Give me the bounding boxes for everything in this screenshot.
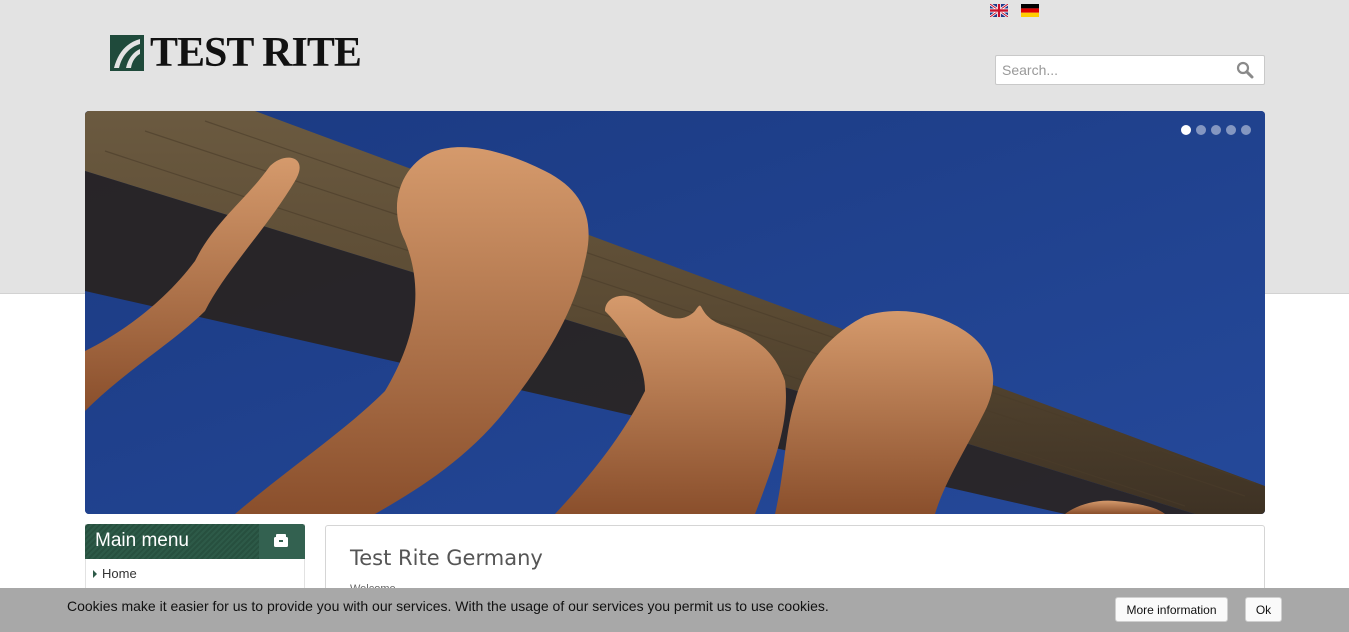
page-title: Test Rite Germany	[350, 546, 543, 570]
logo-mark-icon	[110, 35, 144, 71]
german-flag-icon	[1021, 4, 1039, 17]
main-menu-icon-tab[interactable]	[259, 524, 305, 559]
slider-dot-5[interactable]	[1241, 125, 1251, 135]
cookie-bar: Cookies make it easier for us to provide…	[0, 588, 1349, 632]
main-menu-title: Main menu	[95, 530, 189, 551]
caret-right-icon	[93, 569, 97, 578]
search-box	[995, 55, 1265, 85]
slider-dot-1[interactable]	[1181, 125, 1191, 135]
search-input[interactable]	[996, 56, 1221, 84]
hero-slider[interactable]	[85, 111, 1265, 514]
ok-button[interactable]: Ok	[1245, 597, 1282, 622]
slider-dot-3[interactable]	[1211, 125, 1221, 135]
more-information-button[interactable]: More information	[1115, 597, 1228, 622]
cookie-message: Cookies make it easier for us to provide…	[67, 598, 829, 614]
slider-dot-2[interactable]	[1196, 125, 1206, 135]
sidebar-item-label: Home	[102, 566, 137, 581]
hero-image	[85, 111, 1265, 514]
slider-pagination	[1181, 125, 1251, 135]
sidebar-item-home[interactable]: Home	[93, 566, 137, 581]
menu-box-icon	[274, 534, 288, 547]
logo-text: TEST RITE	[150, 30, 362, 76]
main-menu-header: Main menu	[85, 524, 305, 559]
language-german[interactable]	[1021, 4, 1039, 17]
language-english[interactable]	[990, 4, 1008, 17]
slider-dot-4[interactable]	[1226, 125, 1236, 135]
test-rite-logo[interactable]: TEST RITE	[110, 30, 362, 76]
english-flag-icon	[990, 4, 1008, 17]
search-icon[interactable]	[1236, 61, 1254, 79]
